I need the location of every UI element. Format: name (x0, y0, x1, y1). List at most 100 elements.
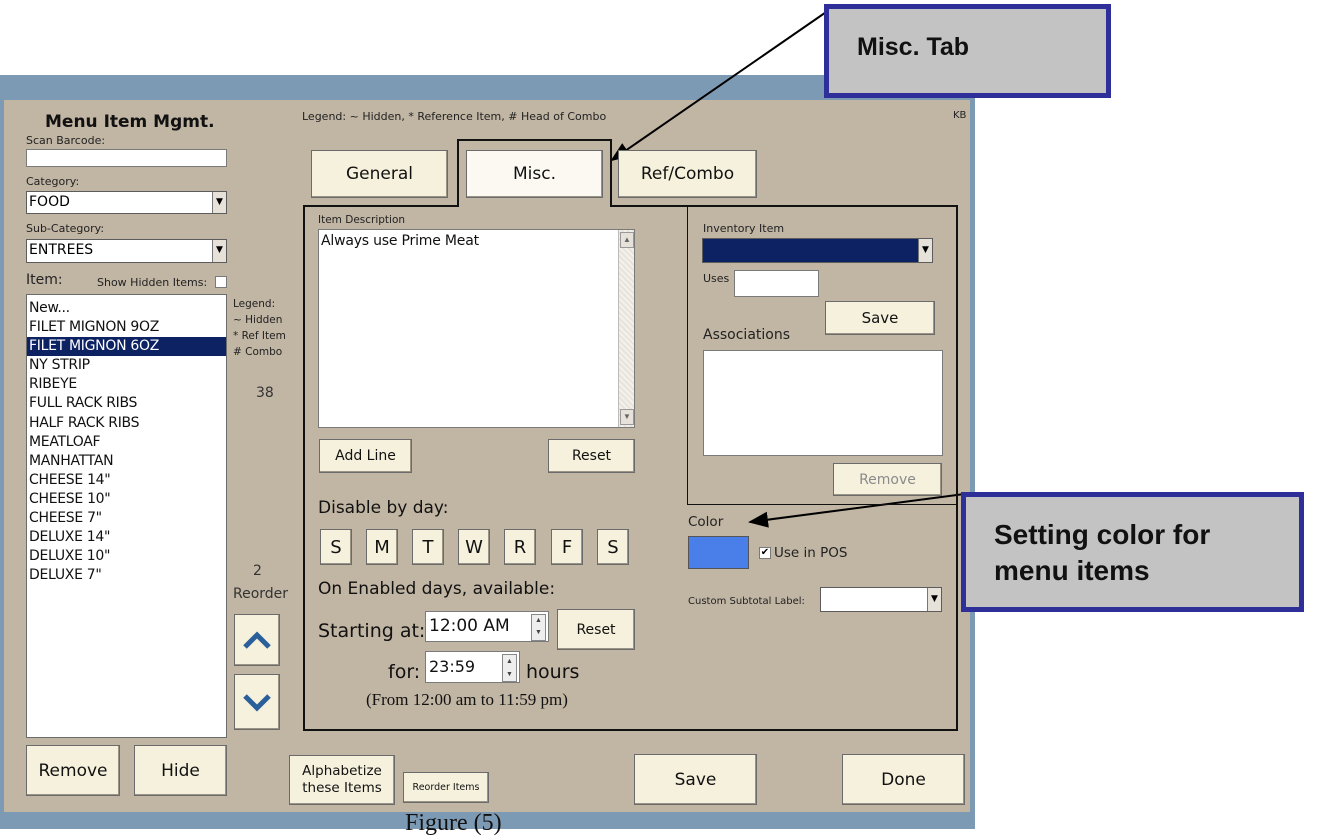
page-title: Menu Item Mgmt. (45, 112, 215, 132)
list-legend-hidden: ~ Hidden (233, 314, 283, 326)
subcategory-select[interactable]: ENTREES ▼ (26, 239, 227, 263)
item-count: 38 (256, 385, 274, 401)
list-item[interactable]: DELUXE 7" (27, 566, 226, 585)
tab-frame-gap (459, 204, 610, 207)
uses-label: Uses (703, 272, 730, 285)
enabled-days-label: On Enabled days, available: (318, 579, 556, 599)
for-label: for: (388, 661, 421, 683)
list-item[interactable]: New... (27, 299, 226, 318)
associations-label: Associations (703, 327, 791, 343)
list-item[interactable]: MEATLOAF (27, 433, 226, 452)
list-item[interactable]: RIBEYE (27, 375, 226, 394)
association-remove-button[interactable]: Remove (833, 463, 942, 496)
item-label: Item: (26, 272, 63, 288)
move-up-button[interactable] (234, 614, 280, 666)
category-select[interactable]: FOOD ▼ (26, 191, 227, 214)
alphabetize-button[interactable]: Alphabetize these Items (289, 755, 395, 805)
save-button[interactable]: Save (634, 754, 757, 805)
day-toggle-5[interactable]: F (551, 529, 583, 565)
reorder-items-button[interactable]: Reorder Items (403, 772, 489, 803)
use-in-pos-checkbox[interactable]: ✔ (759, 547, 771, 559)
inventory-item-select[interactable]: ▼ (702, 238, 933, 263)
misc-tab-callout: Misc. Tab (824, 4, 1111, 98)
list-item[interactable]: NY STRIP (27, 356, 226, 375)
done-button[interactable]: Done (842, 754, 965, 805)
item-description-label: Item Description (318, 214, 406, 226)
show-hidden-label: Show Hidden Items: (97, 276, 208, 289)
chevron-down-icon[interactable]: ▼ (212, 192, 226, 213)
day-toggle-1[interactable]: M (366, 529, 398, 565)
reorder-position: 2 (253, 563, 262, 579)
list-item[interactable]: HALF RACK RIBS (27, 414, 226, 433)
day-toggle-3[interactable]: W (458, 529, 490, 565)
start-time-value: 12:00 AM (429, 616, 510, 636)
time-reset-button[interactable]: Reset (557, 609, 635, 650)
list-item[interactable]: CHEESE 14" (27, 471, 226, 490)
color-label: Color (688, 514, 724, 530)
tab-general[interactable]: General (311, 150, 448, 198)
chevron-down-icon[interactable]: ▼ (927, 588, 941, 611)
item-list[interactable]: New... FILET MIGNON 9OZ FILET MIGNON 6OZ NY… (26, 294, 227, 738)
alphabetize-line2: these Items (302, 780, 382, 796)
day-toggle-2[interactable]: T (412, 529, 444, 565)
list-legend-combo: # Combo (233, 346, 283, 358)
chevron-down-icon[interactable]: ▼ (918, 239, 932, 262)
subcategory-value: ENTREES (29, 242, 94, 258)
chevron-down-icon[interactable]: ▼ (212, 240, 226, 262)
list-legend: Legend: ~ Hidden * Ref Item # Combo (233, 296, 286, 360)
chevron-up-icon (243, 631, 271, 649)
duration-input[interactable]: 23:59 ▲ ▼ (425, 651, 520, 683)
misc-tab-arrow (610, 7, 833, 162)
time-range-text: (From 12:00 am to 11:59 pm) (366, 690, 568, 709)
uses-input[interactable] (734, 270, 819, 297)
category-value: FOOD (29, 194, 70, 210)
starting-at-label: Starting at: (318, 620, 426, 642)
color-callout-line1: Setting color for (994, 519, 1211, 550)
start-time-input[interactable]: 12:00 AM ▲ ▼ (425, 611, 549, 642)
color-callout: Setting color for menu items (961, 492, 1304, 612)
list-item[interactable]: FILET MIGNON 6OZ (27, 337, 226, 357)
color-swatch[interactable] (688, 536, 749, 569)
day-toggle-6[interactable]: S (597, 529, 629, 565)
chevron-down-icon (243, 694, 271, 712)
custom-subtotal-select[interactable]: ▼ (820, 587, 942, 612)
scroll-up-icon[interactable]: ▲ (620, 232, 634, 248)
tab-refcombo[interactable]: Ref/Combo (618, 150, 757, 198)
list-item[interactable]: FULL RACK RIBS (27, 394, 226, 413)
scroll-down-icon[interactable]: ▼ (620, 409, 634, 425)
associations-list[interactable] (703, 350, 943, 456)
tab-misc[interactable]: Misc. (466, 150, 603, 198)
day-toggle-0[interactable]: S (320, 529, 352, 565)
user-initials: KB (953, 110, 967, 121)
inventory-item-label: Inventory Item (703, 222, 785, 235)
scan-barcode-input[interactable] (26, 149, 227, 167)
list-item[interactable]: DELUXE 14" (27, 528, 226, 547)
remove-item-button[interactable]: Remove (26, 745, 120, 796)
list-item[interactable]: FILET MIGNON 9OZ (27, 318, 226, 337)
day-toggle-4[interactable]: R (504, 529, 536, 565)
description-reset-button[interactable]: Reset (548, 439, 635, 473)
custom-subtotal-label: Custom Subtotal Label: (688, 596, 805, 607)
duration-spinner[interactable]: ▲ ▼ (502, 654, 517, 682)
list-item[interactable]: MANHATTAN (27, 452, 226, 471)
move-down-button[interactable] (234, 674, 280, 730)
hide-item-button[interactable]: Hide (134, 745, 227, 796)
add-line-button[interactable]: Add Line (319, 439, 412, 473)
list-legend-ref: * Ref Item (233, 330, 286, 342)
legend-line: Legend: ~ Hidden, * Reference Item, # He… (302, 110, 607, 123)
hours-label: hours (526, 661, 580, 683)
inventory-save-button[interactable]: Save (825, 301, 935, 335)
item-description-textarea[interactable]: Always use Prime Meat ▲ ▼ (318, 229, 635, 428)
color-callout-line2: menu items (994, 555, 1150, 586)
start-time-spinner[interactable]: ▲ ▼ (531, 614, 546, 641)
item-description-value: Always use Prime Meat (321, 233, 479, 249)
subcategory-label: Sub-Category: (26, 222, 105, 235)
list-item[interactable]: CHEESE 10" (27, 490, 226, 509)
description-scrollbar[interactable] (618, 230, 634, 427)
category-label: Category: (26, 175, 80, 188)
list-legend-title: Legend: (233, 298, 276, 310)
list-item[interactable]: DELUXE 10" (27, 547, 226, 566)
show-hidden-checkbox[interactable] (215, 276, 227, 288)
alphabetize-line1: Alphabetize (302, 763, 382, 779)
list-item[interactable]: CHEESE 7" (27, 509, 226, 528)
